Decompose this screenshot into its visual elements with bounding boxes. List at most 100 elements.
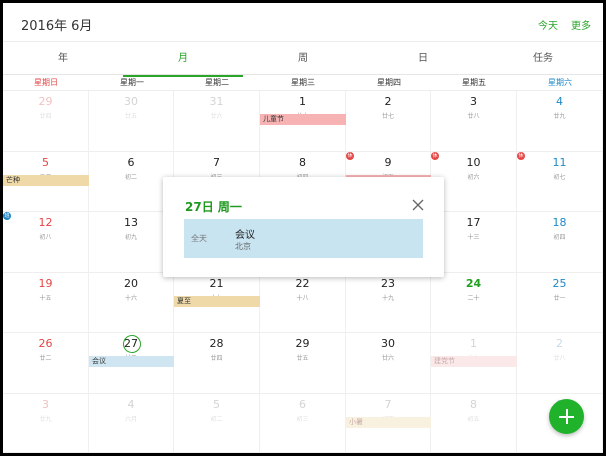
day-cell[interactable]: 3 廿八 xyxy=(431,91,517,152)
day-cell[interactable]: 2 廿八 xyxy=(517,333,603,394)
day-cell[interactable]: 4 六月 xyxy=(89,394,174,453)
day-cell[interactable]: 2 廿七 xyxy=(346,91,431,152)
day-number: 1 xyxy=(470,337,477,350)
day-cell[interactable]: 29 廿四 xyxy=(3,91,89,152)
day-cell[interactable]: 12 初八 班 xyxy=(3,212,89,273)
day-number: 8 xyxy=(470,398,477,411)
tab-year[interactable]: 年 xyxy=(3,42,123,76)
event-chip[interactable]: 小暑 xyxy=(346,417,431,428)
close-icon[interactable] xyxy=(411,197,425,211)
lunar-date: 廿四 xyxy=(39,113,52,120)
tab-day[interactable]: 日 xyxy=(363,42,483,76)
lunar-date: 初七 xyxy=(553,174,566,181)
day-cell[interactable]: 8 初五 xyxy=(431,394,517,453)
day-number: 4 xyxy=(556,95,563,108)
weekday-header: 星期日 星期一 星期二 星期三 星期四 星期五 星期六 xyxy=(3,75,603,91)
day-detail-popup: 27日 周一 全天 会议 北京 xyxy=(163,177,444,277)
day-number: 30 xyxy=(381,337,395,350)
weekday-wednesday: 星期三 xyxy=(291,78,315,87)
day-number: 23 xyxy=(381,277,395,290)
day-cell[interactable]: 23 十九 xyxy=(346,273,431,333)
day-number: 20 xyxy=(124,277,138,290)
popup-event-item[interactable]: 全天 会议 北京 xyxy=(184,219,423,258)
day-number: 6 xyxy=(127,156,135,169)
day-number: 5 xyxy=(213,398,220,411)
lunar-date: 廿四 xyxy=(210,355,223,362)
top-bar: 2016年 6月 今天 更多 xyxy=(3,3,603,41)
lunar-date: 廿八 xyxy=(467,113,480,120)
day-cell[interactable]: 30 廿六 xyxy=(346,333,431,394)
day-cell[interactable]: 13 初九 xyxy=(89,212,174,273)
year-label: 2016年 xyxy=(21,19,68,34)
day-cell[interactable]: 30 廿五 xyxy=(89,91,174,152)
day-number: 21 xyxy=(209,277,224,290)
weekday-sunday: 星期日 xyxy=(34,78,58,87)
day-number: 7 xyxy=(213,156,220,169)
event-chip[interactable]: 会议 xyxy=(89,356,174,367)
lunar-date: 初二 xyxy=(124,174,137,181)
day-number: 3 xyxy=(42,398,49,411)
popup-event-title: 会议 xyxy=(235,230,255,241)
lunar-date: 十九 xyxy=(381,295,394,302)
day-cell[interactable]: 29 廿五 xyxy=(260,333,346,394)
current-month-title[interactable]: 2016年 6月 xyxy=(21,15,92,34)
day-number: 18 xyxy=(552,216,567,229)
day-number: 30 xyxy=(124,95,138,108)
lunar-date: 廿五 xyxy=(124,113,137,120)
day-number: 19 xyxy=(38,277,53,290)
lunar-date: 廿一 xyxy=(553,295,566,302)
today-button[interactable]: 今天 xyxy=(538,17,558,32)
weekday-friday: 星期五 xyxy=(462,78,486,87)
day-cell[interactable]: 18 初四 xyxy=(517,212,603,273)
event-chip[interactable]: 建党节 xyxy=(431,356,517,367)
lunar-date: 廿九 xyxy=(553,113,566,120)
tab-tasks[interactable]: 任务 xyxy=(483,42,603,76)
day-number: 26 xyxy=(38,337,53,350)
event-chip[interactable]: 芒种 xyxy=(3,175,89,186)
day-cell[interactable]: 3 廿九 xyxy=(3,394,89,453)
holiday-badge: 休 xyxy=(346,152,354,160)
weekday-saturday: 星期六 xyxy=(548,78,572,87)
day-cell[interactable]: 25 廿一 xyxy=(517,273,603,333)
day-number: 2 xyxy=(384,95,392,108)
holiday-badge: 休 xyxy=(517,152,525,160)
more-button[interactable]: 更多 xyxy=(571,17,591,32)
day-number: 3 xyxy=(470,95,477,108)
day-cell[interactable]: 4 廿九 xyxy=(517,91,603,152)
tab-month[interactable]: 月 xyxy=(123,42,243,77)
day-number: 28 xyxy=(209,337,224,350)
day-cell[interactable]: 5 初二 xyxy=(174,394,260,453)
lunar-date: 十五 xyxy=(39,295,52,302)
day-cell[interactable]: 28 廿四 xyxy=(174,333,260,394)
lunar-date: 廿六 xyxy=(381,355,394,362)
lunar-date: 廿九 xyxy=(39,416,52,423)
event-chip[interactable]: 夏至 xyxy=(174,296,260,307)
day-cell[interactable]: 6 初三 xyxy=(260,394,346,453)
lunar-date: 十八 xyxy=(296,295,309,302)
day-cell[interactable]: 26 廿二 xyxy=(3,333,89,394)
day-number: 4 xyxy=(127,398,135,411)
day-number: 13 xyxy=(124,216,138,229)
popup-date-title: 27日 周一 xyxy=(185,200,242,214)
month-label: 6月 xyxy=(71,19,93,34)
tab-week[interactable]: 周 xyxy=(243,42,363,76)
event-chip[interactable]: 儿童节 xyxy=(260,114,346,125)
day-number: 31 xyxy=(209,95,224,108)
day-number: 2 xyxy=(556,337,563,350)
day-number: 6 xyxy=(299,398,306,411)
day-number: 24 xyxy=(465,277,482,290)
day-cell[interactable]: 24 二十 xyxy=(431,273,517,333)
lunar-date: 初八 xyxy=(39,234,52,241)
day-cell[interactable]: 6 初二 xyxy=(89,152,174,212)
add-event-button[interactable] xyxy=(549,399,584,434)
lunar-date: 廿二 xyxy=(39,355,52,362)
lunar-date: 初二 xyxy=(210,416,223,423)
day-cell[interactable]: 20 十六 xyxy=(89,273,174,333)
day-cell[interactable]: 22 十八 xyxy=(260,273,346,333)
day-number: 10 xyxy=(466,156,481,169)
day-cell[interactable]: 11 初七 休 xyxy=(517,152,603,212)
day-cell[interactable]: 31 廿六 xyxy=(174,91,260,152)
weekday-tuesday: 星期二 xyxy=(205,78,229,87)
day-number: 12 xyxy=(38,216,53,229)
day-cell[interactable]: 19 十五 xyxy=(3,273,89,333)
